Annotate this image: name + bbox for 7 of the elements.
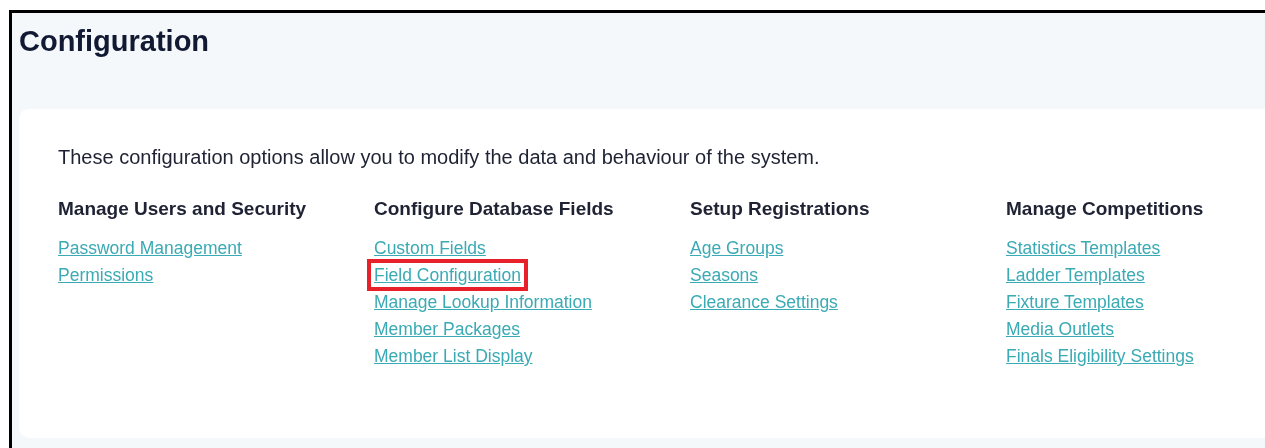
section-heading: Configure Database Fields (374, 198, 614, 220)
highlighted-link[interactable]: Field Configuration (367, 259, 528, 291)
section-heading: Setup Registrations (690, 198, 870, 220)
intro-text: These configuration options allow you to modify the data and behaviour of the system. (58, 146, 821, 169)
section-heading: Manage Competitions (1006, 198, 1204, 220)
section-heading: Manage Users and Security (58, 198, 307, 220)
page-title: Configuration (19, 24, 211, 59)
